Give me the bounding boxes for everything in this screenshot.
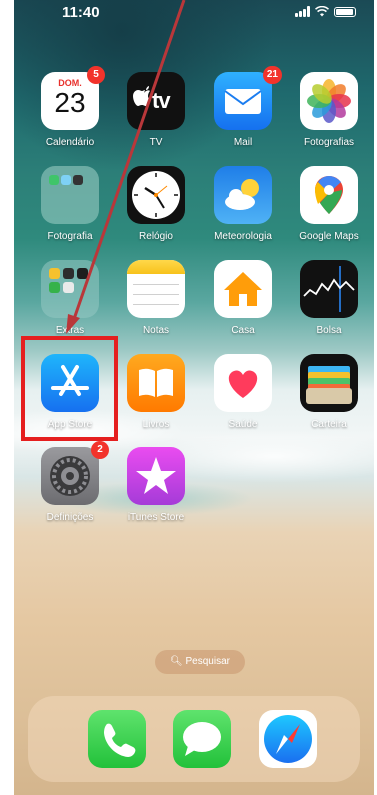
badge: 21	[262, 66, 282, 84]
badge: 5	[87, 66, 105, 84]
badge: 2	[91, 441, 109, 459]
app-store-highlight-box	[21, 336, 118, 441]
